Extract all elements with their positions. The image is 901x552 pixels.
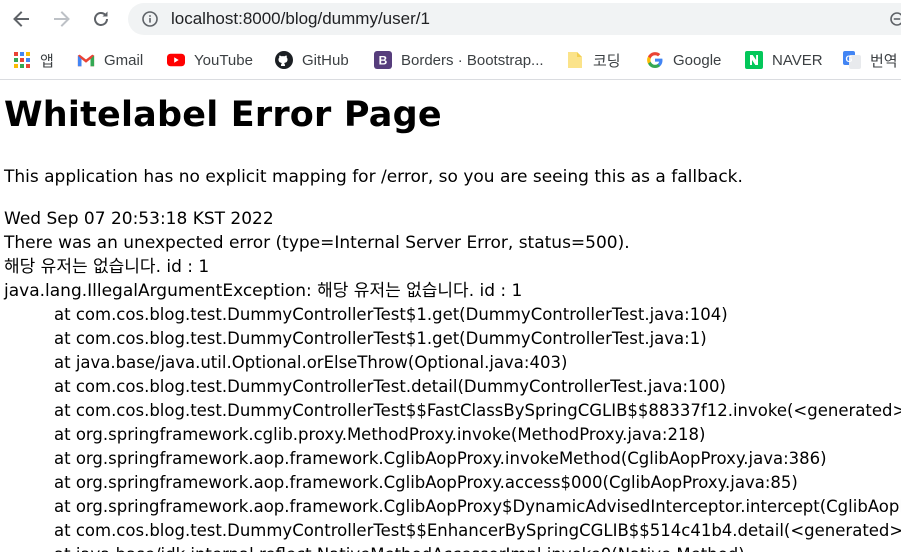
bookmark-bootstrap[interactable]: B Borders · Bootstrap... xyxy=(374,49,544,71)
page-content: Whitelabel Error Page This application h… xyxy=(0,81,901,552)
bookmark-label: Google xyxy=(673,51,722,69)
bookmark-label: 코딩 xyxy=(593,52,621,70)
error-summary: There was an unexpected error (type=Inte… xyxy=(4,233,630,253)
translate-icon: G xyxy=(843,51,861,69)
gmail-icon xyxy=(77,51,95,69)
error-description: This application has no explicit mapping… xyxy=(4,167,743,187)
bookmark-apps[interactable]: 앱 xyxy=(13,49,54,71)
forward-button[interactable] xyxy=(49,7,75,31)
stack-trace-line: at org.springframework.aop.framework.Cgl… xyxy=(54,497,901,516)
bookmark-label: Borders · Bootstrap... xyxy=(401,51,544,69)
folder-icon xyxy=(566,51,584,69)
svg-text:B: B xyxy=(379,54,388,68)
apps-grid-icon xyxy=(13,51,31,69)
stack-trace-line: at com.cos.blog.test.DummyControllerTest… xyxy=(54,329,707,348)
bookmark-gmail[interactable]: Gmail xyxy=(77,49,143,71)
address-bar[interactable]: localhost:8000/blog/dummy/user/1 xyxy=(128,3,901,35)
bookmark-label: YouTube xyxy=(194,51,253,69)
svg-text:G: G xyxy=(845,54,852,64)
stack-trace-line: at com.cos.blog.test.DummyControllerTest… xyxy=(54,401,901,420)
error-message: 해당 유저는 없습니다. id : 1 xyxy=(4,257,210,277)
arrow-right-icon xyxy=(54,11,70,27)
stack-trace-line: at org.springframework.aop.framework.Cgl… xyxy=(54,473,798,492)
info-icon[interactable] xyxy=(142,11,158,27)
bookmark-github[interactable]: GitHub xyxy=(275,49,349,71)
exception-line: java.lang.IllegalArgumentException: 해당 유… xyxy=(4,281,523,301)
stack-trace-line: at com.cos.blog.test.DummyControllerTest… xyxy=(54,521,901,540)
reload-button[interactable] xyxy=(88,7,114,31)
bookmark-folder-coding[interactable]: 코딩 xyxy=(566,49,621,71)
bookmark-translate[interactable]: G 번역 xyxy=(843,49,898,71)
stack-trace-line: at com.cos.blog.test.DummyControllerTest… xyxy=(54,377,726,396)
stack-trace-line: at java.base/java.util.Optional.orElseTh… xyxy=(54,353,568,372)
browser-toolbar: localhost:8000/blog/dummy/user/1 xyxy=(0,0,901,38)
arrow-left-icon xyxy=(13,11,29,27)
bookmark-label: 번역 xyxy=(870,52,898,70)
stack-trace-line: at org.springframework.cglib.proxy.Metho… xyxy=(54,425,706,444)
stack-trace-line: at com.cos.blog.test.DummyControllerTest… xyxy=(54,305,728,324)
bookmark-label: 앱 xyxy=(40,52,54,70)
youtube-icon xyxy=(167,51,185,69)
error-timestamp: Wed Sep 07 20:53:18 KST 2022 xyxy=(4,209,274,229)
bookmark-youtube[interactable]: YouTube xyxy=(167,49,253,71)
bootstrap-icon: B xyxy=(374,51,392,69)
google-icon xyxy=(646,51,664,69)
stack-trace-line: at java.base/jdk.internal.reflect.Native… xyxy=(54,543,745,552)
bookmarks-bar: 앱 Gmail YouTube GitHub B Borders · Boots… xyxy=(0,40,901,80)
bookmark-google[interactable]: Google xyxy=(646,49,721,71)
reload-icon xyxy=(94,11,108,26)
stack-trace-line: at org.springframework.aop.framework.Cgl… xyxy=(54,449,827,468)
bookmark-label: GitHub xyxy=(302,51,349,69)
page-title: Whitelabel Error Page xyxy=(4,95,442,135)
back-button[interactable] xyxy=(8,7,34,31)
github-icon xyxy=(275,51,293,69)
zoom-out-icon[interactable] xyxy=(890,12,901,26)
bookmark-label: Gmail xyxy=(104,51,144,69)
url-text[interactable]: localhost:8000/blog/dummy/user/1 xyxy=(171,9,430,29)
bookmark-naver[interactable]: NAVER xyxy=(745,49,823,71)
bookmark-label: NAVER xyxy=(772,51,823,69)
naver-icon xyxy=(745,51,763,69)
